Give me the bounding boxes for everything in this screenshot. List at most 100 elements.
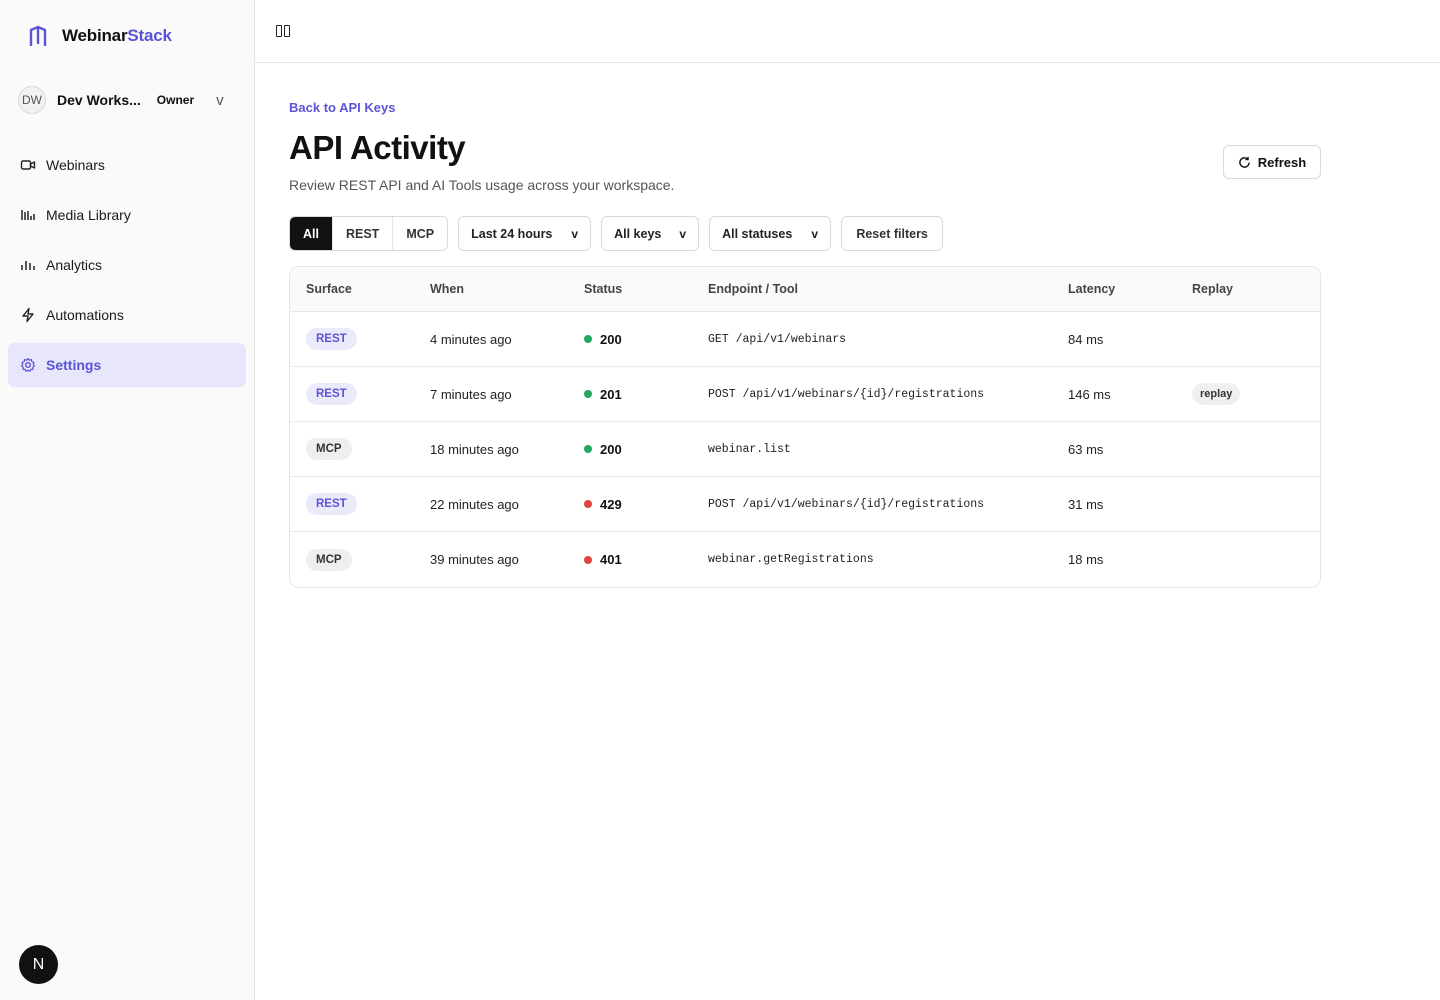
keys-value: All keys — [614, 226, 662, 241]
chevron-down-icon: v — [679, 226, 687, 241]
back-to-api-keys-link[interactable]: Back to API Keys — [289, 100, 395, 115]
status-cell: 200 — [584, 442, 708, 457]
endpoint-cell: webinar.list — [708, 442, 791, 456]
page-title: API Activity — [289, 129, 466, 166]
endpoint-cell: GET /api/v1/webinars — [708, 332, 847, 346]
latency-cell: 63 ms — [1068, 441, 1104, 457]
column-header-replay: Replay — [1192, 282, 1233, 296]
brand-name: WebinarStack — [62, 26, 172, 46]
sidebar-item-label: Analytics — [46, 257, 103, 273]
table-row[interactable]: REST 22 minutes ago 429 POST /api/v1/web… — [290, 477, 1320, 532]
chevron-down-icon: v — [216, 91, 224, 109]
table-row[interactable]: REST 7 minutes ago 201 POST /api/v1/webi… — [290, 367, 1320, 422]
when-cell: 4 minutes ago — [430, 331, 512, 347]
latency-cell: 18 ms — [1068, 552, 1104, 567]
tab-rest[interactable]: REST — [332, 217, 394, 250]
reset-filters-button[interactable]: Reset filters — [841, 216, 944, 251]
brand-name-accent: Stack — [127, 26, 172, 45]
sidebar-item-automations[interactable]: Automations — [8, 293, 246, 337]
brand-logo[interactable]: WebinarStack — [28, 24, 172, 48]
status-dot-icon — [584, 445, 592, 453]
status-cell: 401 — [584, 552, 708, 567]
status-code: 200 — [600, 441, 622, 457]
tab-mcp[interactable]: MCP — [393, 217, 448, 250]
bar-chart-icon — [20, 257, 36, 273]
status-code: 200 — [600, 331, 622, 347]
replay-cell: replay — [1192, 383, 1312, 405]
user-avatar[interactable]: N — [19, 945, 58, 984]
latency-cell: 84 ms — [1068, 331, 1104, 347]
keys-select[interactable]: All keys v — [601, 216, 700, 251]
when-cell: 7 minutes ago — [430, 386, 512, 402]
sidebar-item-analytics[interactable]: Analytics — [8, 243, 246, 287]
gear-icon — [20, 357, 36, 373]
page-subtitle: Review REST API and AI Tools usage acros… — [289, 177, 675, 193]
refresh-icon — [1238, 156, 1250, 168]
sidebar-toggle-icon[interactable] — [276, 25, 290, 37]
column-header-endpoint: Endpoint / Tool — [708, 282, 799, 296]
status-cell: 429 — [584, 497, 708, 512]
sidebar-item-webinars[interactable]: Webinars — [8, 143, 246, 187]
status-dot-icon — [584, 500, 592, 508]
sidebar-item-media-library[interactable]: Media Library — [8, 193, 246, 237]
sidebar: WebinarStack DW Dev Works... Owner v Web… — [0, 0, 255, 1000]
brand-name-primary: Webinar — [62, 26, 128, 45]
endpoint-cell: webinar.getRegistrations — [708, 553, 874, 566]
statuses-select[interactable]: All statuses v — [709, 216, 832, 251]
workspace-switcher[interactable]: DW Dev Works... Owner v — [18, 86, 234, 114]
workspace-role: Owner — [156, 93, 195, 107]
endpoint-cell: POST /api/v1/webinars/{id}/registrations — [708, 497, 985, 511]
column-header-status: Status — [584, 282, 623, 296]
status-cell: 200 — [584, 332, 708, 347]
top-bar — [255, 0, 1440, 63]
time-range-value: Last 24 hours — [471, 226, 553, 241]
status-dot-icon — [584, 555, 592, 564]
surface-badge: MCP — [306, 438, 352, 460]
latency-cell: 146 ms — [1068, 386, 1111, 402]
table-row[interactable]: REST 4 minutes ago 200 GET /api/v1/webin… — [290, 312, 1320, 367]
when-cell: 22 minutes ago — [430, 496, 519, 512]
media-library-icon — [20, 207, 36, 223]
sidebar-item-settings[interactable]: Settings — [8, 343, 246, 387]
video-icon — [20, 157, 36, 173]
tab-all[interactable]: All — [290, 217, 333, 250]
surface-badge: MCP — [306, 548, 352, 571]
filter-bar: All REST MCP Last 24 hours v All keys v … — [289, 216, 944, 251]
surface-badge: REST — [306, 383, 357, 405]
sidebar-item-label: Media Library — [46, 207, 131, 223]
sidebar-nav: Webinars Media Library Analytics Automat… — [8, 143, 246, 393]
table-header: Surface When Status Endpoint / Tool Late… — [290, 267, 1320, 312]
sidebar-item-label: Webinars — [46, 157, 105, 173]
endpoint-cell: POST /api/v1/webinars/{id}/registrations — [708, 387, 985, 401]
refresh-label: Refresh — [1257, 154, 1307, 170]
status-dot-icon — [584, 335, 592, 343]
replay-button[interactable]: replay — [1192, 383, 1241, 405]
workspace-avatar: DW — [18, 86, 46, 114]
table-row[interactable]: MCP 39 minutes ago 401 webinar.getRegist… — [290, 532, 1320, 587]
column-header-surface: Surface — [306, 282, 352, 296]
activity-table: Surface When Status Endpoint / Tool Late… — [289, 266, 1321, 588]
when-cell: 18 minutes ago — [430, 441, 519, 457]
table-row[interactable]: MCP 18 minutes ago 200 webinar.list 63 m… — [290, 422, 1320, 477]
status-dot-icon — [584, 390, 592, 398]
lightning-icon — [20, 307, 36, 323]
statuses-value: All statuses — [722, 226, 793, 241]
column-header-latency: Latency — [1068, 282, 1116, 296]
sidebar-item-label: Automations — [46, 307, 124, 323]
chevron-down-icon: v — [811, 226, 819, 241]
status-code: 201 — [600, 386, 622, 402]
when-cell: 39 minutes ago — [430, 552, 519, 567]
latency-cell: 31 ms — [1068, 496, 1104, 512]
refresh-button[interactable]: Refresh — [1223, 145, 1321, 179]
column-header-when: When — [430, 282, 465, 296]
status-code: 429 — [600, 496, 622, 512]
surface-tabs: All REST MCP — [289, 216, 449, 251]
surface-badge: REST — [306, 328, 357, 350]
surface-badge: REST — [306, 493, 357, 515]
time-range-select[interactable]: Last 24 hours v — [458, 216, 592, 251]
chevron-down-icon: v — [571, 226, 579, 241]
sidebar-item-label: Settings — [46, 357, 102, 373]
status-cell: 201 — [584, 387, 708, 402]
status-code: 401 — [600, 552, 622, 567]
webinarstack-logo-icon — [29, 25, 47, 46]
